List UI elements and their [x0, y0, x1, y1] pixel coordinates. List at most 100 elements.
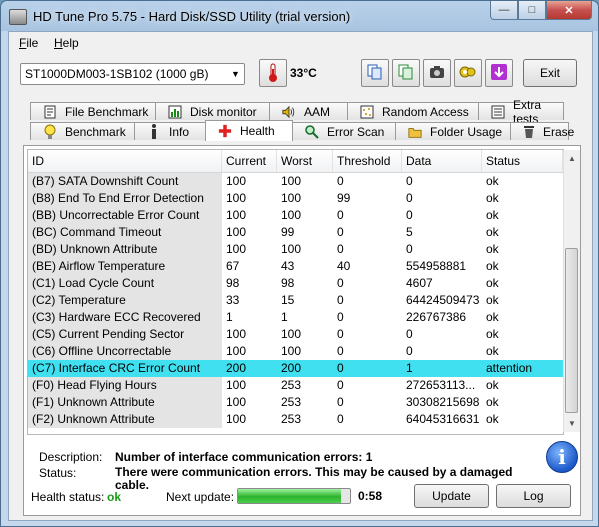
tab-error-scan[interactable]: Error Scan	[292, 122, 396, 140]
copy-info-button[interactable]	[361, 59, 389, 87]
cell-status: ok	[486, 327, 499, 341]
smart-table[interactable]: ID Current Worst Threshold Data Status (…	[27, 149, 564, 435]
cell-current: 100	[226, 208, 247, 222]
cell-status: attention	[486, 361, 533, 375]
cell-id: (BC) Command Timeout	[28, 224, 222, 241]
col-data-header[interactable]: Data	[402, 150, 482, 172]
cell-data: 4607	[406, 276, 433, 290]
tab-label: Health	[240, 124, 275, 138]
cell-threshold: 0	[337, 225, 344, 239]
cell-data: 64045316631	[406, 412, 480, 426]
col-status-header[interactable]: Status	[482, 150, 563, 172]
table-row[interactable]: (F1) Unknown Attribute 100 253 0 30308215698…	[28, 394, 563, 411]
random-access-icon	[360, 105, 374, 119]
tab-folder-usage[interactable]: Folder Usage	[395, 122, 511, 140]
cell-status: ok	[486, 395, 499, 409]
table-row[interactable]: (C2) Temperature 33 15 0 64424509473 ok	[28, 292, 563, 309]
cell-worst: 100	[281, 327, 302, 341]
menu-help[interactable]: Help	[54, 36, 79, 50]
table-row[interactable]: (F0) Head Flying Hours 100 253 0 272653113..…	[28, 377, 563, 394]
cell-current: 1	[226, 310, 233, 324]
tab-file-benchmark[interactable]: File Benchmark	[30, 102, 156, 120]
tab-label: Random Access	[382, 104, 469, 119]
exit-button[interactable]: Exit	[523, 59, 577, 87]
table-row[interactable]: (F2) Unknown Attribute 100 253 0 64045316631…	[28, 411, 563, 428]
table-row[interactable]: (BD) Unknown Attribute 100 100 0 0 ok	[28, 241, 563, 258]
tab-erase[interactable]: Erase	[510, 122, 574, 140]
cell-threshold: 0	[337, 361, 344, 375]
update-button[interactable]: Update	[414, 484, 489, 508]
menu-file[interactable]: File	[19, 36, 38, 50]
table-row[interactable]: (C6) Offline Uncorrectable 100 100 0 0 ok	[28, 343, 563, 360]
cell-threshold: 0	[337, 276, 344, 290]
cell-worst: 100	[281, 191, 302, 205]
close-button[interactable]: ✕	[546, 1, 592, 20]
copy-text-button[interactable]	[392, 59, 420, 87]
lightbulb-icon	[43, 124, 57, 139]
minimize-button[interactable]: —	[490, 1, 518, 20]
table-row[interactable]: (C5) Current Pending Sector 100 100 0 0 ok	[28, 326, 563, 343]
cell-worst: 100	[281, 344, 302, 358]
progress-fill	[238, 489, 342, 503]
information-icon: i	[546, 441, 578, 473]
cell-worst: 15	[281, 293, 295, 307]
screenshot-button[interactable]	[423, 59, 451, 87]
cell-status: ok	[486, 276, 499, 290]
table-row[interactable]: (BB) Uncorrectable Error Count 100 100 0 0 ok	[28, 207, 563, 224]
col-threshold-header[interactable]: Threshold	[333, 150, 402, 172]
cell-worst: 99	[281, 225, 295, 239]
app-icon	[9, 9, 27, 25]
cell-current: 100	[226, 191, 247, 205]
scroll-up-icon[interactable]: ▲	[564, 150, 580, 167]
tab-extra-tests[interactable]: Extra tests	[478, 98, 564, 126]
tab-random-access[interactable]: Random Access	[347, 102, 479, 120]
col-worst-header[interactable]: Worst	[277, 150, 333, 172]
log-button[interactable]: Log	[496, 484, 571, 508]
col-current-header[interactable]: Current	[222, 150, 277, 172]
screenshot-icon	[429, 65, 445, 82]
description-value: Number of interface communication errors…	[115, 450, 373, 464]
drive-select-value: ST1000DM003-1SB102 (1000 gB)	[25, 67, 209, 81]
table-row[interactable]: (BC) Command Timeout 100 99 0 5 ok	[28, 224, 563, 241]
tab-info[interactable]: Info	[134, 122, 206, 140]
options-button[interactable]	[454, 59, 482, 87]
table-row[interactable]: (BE) Airflow Temperature 67 43 40 554958881 o…	[28, 258, 563, 275]
options-icon	[459, 64, 477, 83]
cell-worst: 1	[281, 310, 288, 324]
cell-status: ok	[486, 225, 499, 239]
table-scrollbar[interactable]: ▲ ▼	[563, 150, 580, 432]
cell-threshold: 40	[337, 259, 351, 273]
cell-id: (C5) Current Pending Sector	[28, 326, 222, 343]
file-benchmark-icon	[43, 105, 57, 119]
tab-aam[interactable]: AAM	[269, 102, 348, 120]
table-row[interactable]: (C3) Hardware ECC Recovered 1 1 0 226767386 o…	[28, 309, 563, 326]
table-row[interactable]: (B8) End To End Error Detection 100 100 99 0…	[28, 190, 563, 207]
drive-select[interactable]: ST1000DM003-1SB102 (1000 gB) ▼	[20, 63, 245, 85]
tab-health[interactable]: Health	[205, 120, 293, 141]
tab-label: Disk monitor	[190, 104, 257, 119]
scroll-down-icon[interactable]: ▼	[564, 415, 580, 432]
tabs-row-1: File Benchmark Disk monitor AAM Random A…	[30, 98, 564, 126]
cell-threshold: 0	[337, 208, 344, 222]
cell-worst: 100	[281, 174, 302, 188]
scroll-thumb[interactable]	[565, 248, 578, 413]
cell-data: 30308215698	[406, 395, 480, 409]
cell-data: 272653113...	[406, 378, 476, 392]
tab-benchmark[interactable]: Benchmark	[30, 122, 135, 140]
save-button[interactable]	[485, 59, 513, 87]
status-label: Status:	[39, 466, 77, 480]
col-id-header[interactable]: ID	[28, 150, 222, 172]
tab-disk-monitor[interactable]: Disk monitor	[155, 102, 270, 120]
cell-worst: 253	[281, 412, 302, 426]
cell-current: 67	[226, 259, 240, 273]
table-row[interactable]: (C1) Load Cycle Count 98 98 0 4607 ok	[28, 275, 563, 292]
cell-worst: 200	[281, 361, 302, 375]
cell-status: ok	[486, 208, 499, 222]
title-bar[interactable]: HD Tune Pro 5.75 - Hard Disk/SSD Utility…	[1, 1, 598, 31]
table-row[interactable]: (C7) Interface CRC Error Count 200 200 0 1 at…	[28, 360, 563, 377]
description-label: Description:	[39, 450, 103, 464]
cell-id: (F0) Head Flying Hours	[28, 377, 222, 394]
maximize-button[interactable]: □	[518, 1, 546, 20]
cell-worst: 253	[281, 378, 302, 392]
table-row[interactable]: (B7) SATA Downshift Count 100 100 0 0 ok	[28, 173, 563, 190]
